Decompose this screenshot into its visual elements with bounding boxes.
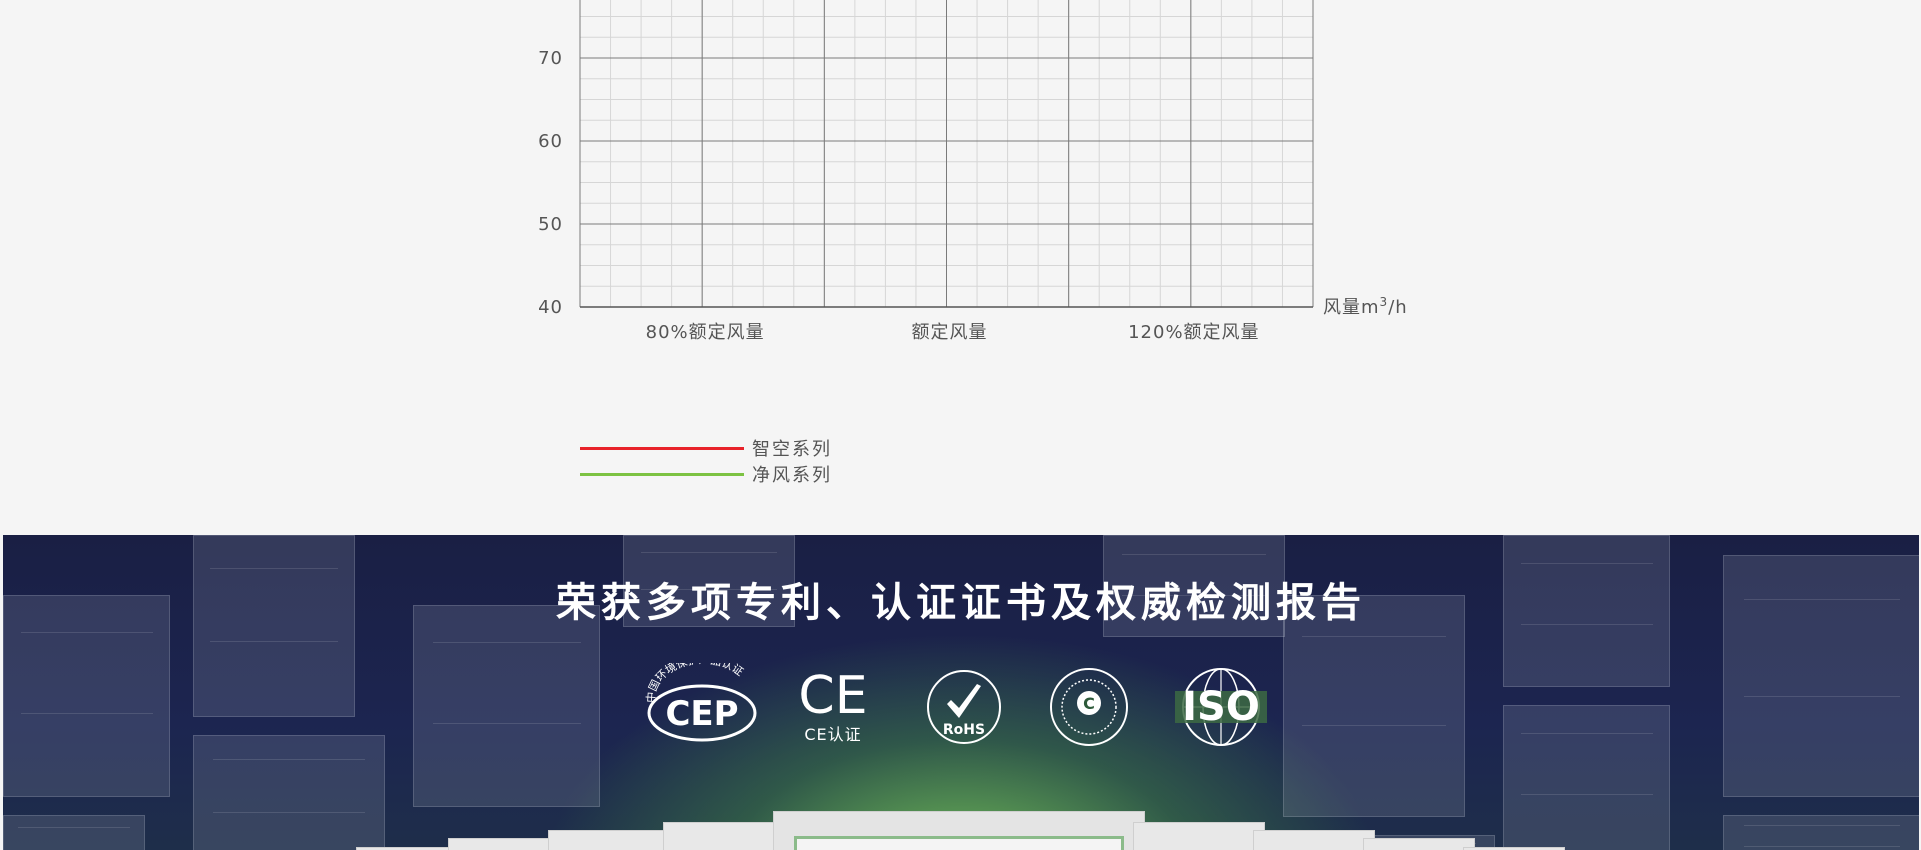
cep-logo: 中国环境保护产品认证 CEP (645, 663, 760, 745)
certificate-frame-center (773, 811, 1145, 850)
legend-item-jingfeng: 净风系列 (580, 462, 880, 486)
seal-center-text: C (1083, 694, 1095, 713)
background-certificate (193, 735, 385, 850)
checkmark-icon (947, 684, 981, 718)
legend-swatch-zhikong (580, 446, 744, 450)
legend-label-zhikong: 智空系列 (752, 439, 832, 460)
certificate-frame (1253, 830, 1375, 850)
y-tick-label: 60 (538, 131, 563, 152)
china-certification-seal-logo: C (1049, 667, 1129, 747)
certificate-frame (448, 838, 560, 850)
rohs-logo: RoHS (925, 668, 1003, 746)
legend-swatch-jingfeng (580, 472, 744, 476)
x-category-label: 120%额定风量 (1128, 322, 1259, 343)
background-certificate (1723, 815, 1919, 850)
legend-item-zhikong: 智空系列 (580, 436, 880, 460)
iso-text: ISO (1182, 684, 1260, 730)
performance-chart-section: 70 60 50 40 80%额定风量 额定风量 120%额定风量 风量m3/h 智空系列 净… (0, 0, 1921, 535)
background-certificate (1283, 595, 1465, 817)
certificate-frame (1133, 822, 1265, 850)
certifications-title: 荣获多项专利、认证证书及权威检测报告 (556, 580, 1366, 626)
ce-caption: CE认证 (804, 725, 861, 744)
background-certificate (413, 605, 600, 807)
legend-label-jingfeng: 净风系列 (752, 465, 832, 486)
noise-airflow-chart: 70 60 50 40 80%额定风量 额定风量 120%额定风量 风量m3/h (538, 0, 1408, 343)
y-tick-label: 40 (538, 297, 563, 318)
y-tick-label: 50 (538, 214, 563, 235)
background-certificate (3, 815, 145, 850)
ce-main-text: CE (798, 666, 867, 726)
rohs-text: RoHS (943, 722, 985, 738)
certificate-frame (663, 822, 785, 850)
y-tick-label: 70 (538, 48, 563, 69)
cep-main-text: CEP (665, 694, 738, 734)
iso-logo: ISO (1173, 665, 1269, 749)
certifications-banner: 荣获多项专利、认证证书及权威检测报告 中国环境保护产品认证 CEP CE CE认… (3, 535, 1919, 850)
certificate-green-border (794, 836, 1124, 850)
ce-logo: CE CE认证 (793, 665, 873, 745)
x-category-label: 额定风量 (912, 322, 988, 343)
certificate-frame (548, 830, 675, 850)
background-certificate (1503, 705, 1670, 850)
x-axis-unit-label: 风量m3/h (1323, 295, 1408, 318)
x-category-label: 80%额定风量 (646, 322, 765, 343)
certificate-frame (1363, 838, 1475, 850)
